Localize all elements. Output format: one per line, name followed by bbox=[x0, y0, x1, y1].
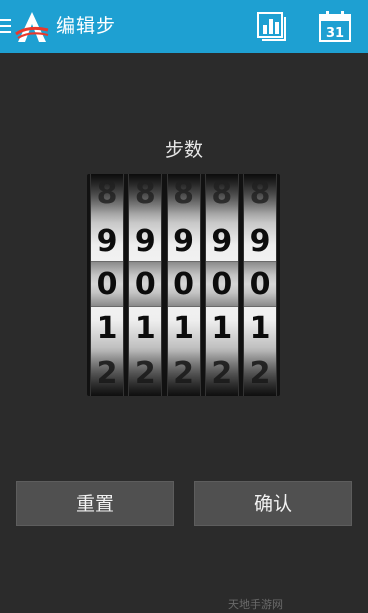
page-title: 编辑步 bbox=[56, 15, 117, 37]
wheel-digit: 1 bbox=[249, 311, 271, 346]
calendar-day: 31 bbox=[326, 26, 344, 41]
wheel-digit: 9 bbox=[173, 224, 194, 259]
wheel-digit: 2 bbox=[134, 356, 156, 391]
wheel-digit: 8 bbox=[211, 176, 233, 211]
app-logo[interactable] bbox=[14, 10, 50, 44]
wheel-digit: 9 bbox=[96, 224, 118, 259]
wheel-digit-selected: 0 bbox=[173, 267, 194, 302]
wheel-digit: 2 bbox=[249, 356, 271, 391]
wheel-digit-selected: 0 bbox=[211, 267, 233, 302]
wheel-digit: 1 bbox=[211, 311, 233, 346]
wheel-digit: 9 bbox=[134, 224, 156, 259]
reset-button[interactable]: 重置 bbox=[16, 481, 174, 526]
wheel-digit: 8 bbox=[96, 176, 118, 211]
calendar-icon[interactable]: 31 bbox=[318, 9, 352, 43]
wheel-digit-selected: 0 bbox=[134, 267, 156, 302]
wheel-digit: 8 bbox=[173, 176, 194, 211]
wheel-digit: 2 bbox=[96, 356, 118, 391]
action-bar: 编辑步 31 bbox=[0, 0, 368, 53]
bar-chart-icon[interactable] bbox=[256, 9, 288, 43]
drawer-menu-icon[interactable] bbox=[0, 19, 11, 33]
wheel-digit: 9 bbox=[211, 224, 233, 259]
wheel-digit: 1 bbox=[173, 311, 194, 346]
watermark: 天地手游网 bbox=[228, 598, 283, 611]
digit-wheel-1[interactable]: 8 9 0 1 2 bbox=[90, 174, 124, 396]
wheel-digit: 8 bbox=[134, 176, 156, 211]
digit-wheel-4[interactable]: 8 9 0 1 2 bbox=[204, 174, 239, 396]
wheel-digit: 8 bbox=[249, 176, 271, 211]
digit-wheel-3[interactable]: 8 9 0 1 2 bbox=[166, 174, 201, 396]
wheel-digit: 9 bbox=[249, 224, 271, 259]
digit-wheel-5[interactable]: 8 9 0 1 2 bbox=[243, 174, 277, 396]
wheel-digit: 1 bbox=[134, 311, 156, 346]
digit-wheel-2[interactable]: 8 9 0 1 2 bbox=[128, 174, 163, 396]
wheel-digit: 1 bbox=[96, 311, 118, 346]
step-count-picker: 8 9 0 1 2 8 9 0 1 2 8 9 0 1 2 8 9 0 1 2 … bbox=[87, 174, 280, 396]
steps-label: 步数 bbox=[164, 139, 203, 161]
wheel-digit-selected: 0 bbox=[96, 267, 118, 302]
confirm-button[interactable]: 确认 bbox=[194, 481, 352, 526]
wheel-digit-selected: 0 bbox=[249, 267, 271, 302]
wheel-digit: 2 bbox=[173, 356, 194, 391]
wheel-digit: 2 bbox=[211, 356, 233, 391]
